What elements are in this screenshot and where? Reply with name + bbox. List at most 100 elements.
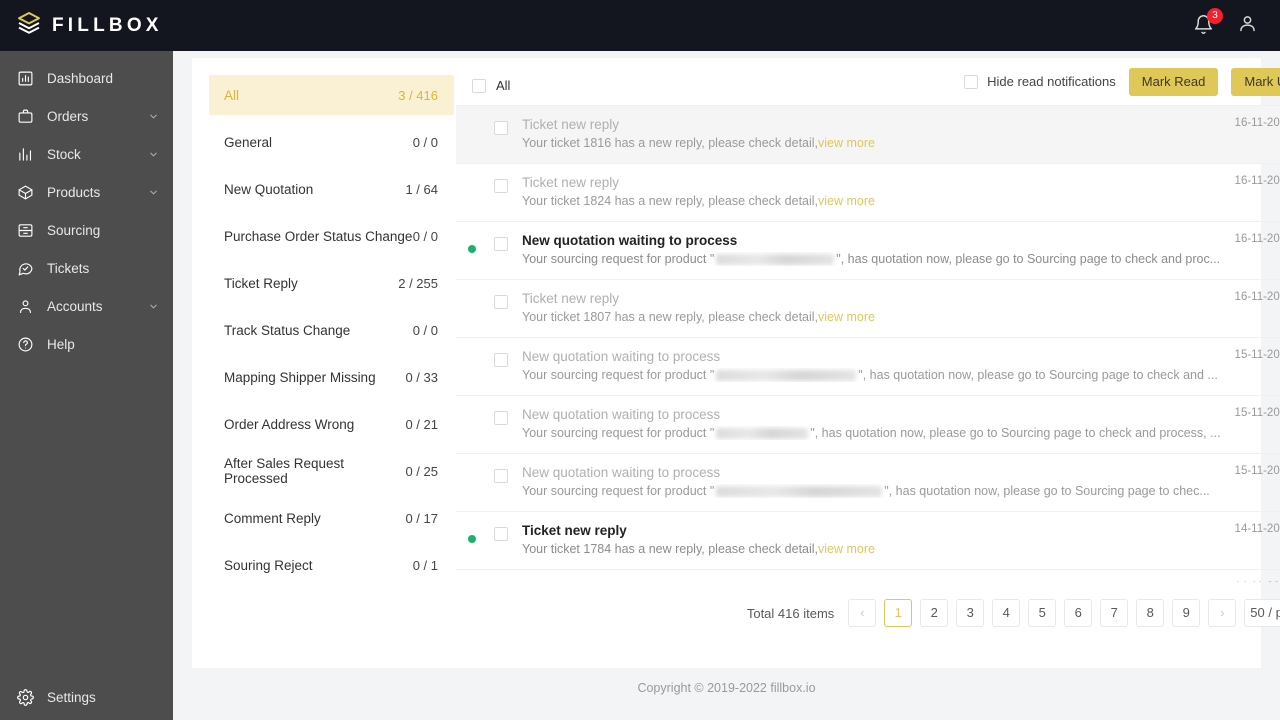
sidebar-item-label: Stock: [47, 146, 81, 162]
notifications-bell-button[interactable]: 3: [1193, 7, 1223, 38]
notification-description: Your sourcing request for product " ", ha…: [522, 252, 1221, 266]
pagination: Total 416 items ‹123456789› 50 / page: [456, 582, 1280, 644]
pagination-page-3[interactable]: 3: [956, 599, 985, 627]
chevron-down-icon[interactable]: [148, 149, 159, 160]
category-label: Comment Reply: [224, 510, 321, 526]
notification-row[interactable]: Ticket new reply Your ticket 1784 has a n…: [456, 512, 1280, 570]
notification-row[interactable]: New quotation waiting to process Your sou…: [456, 396, 1280, 454]
view-more-link[interactable]: view more: [818, 310, 875, 324]
notification-title: New quotation waiting to process: [522, 349, 721, 364]
view-more-link[interactable]: view more: [818, 542, 875, 556]
pagination-page-9[interactable]: 9: [1172, 599, 1201, 627]
notification-row[interactable]: New quotation waiting to process Your sou…: [456, 454, 1280, 512]
notification-timestamp: 16-11-2022 16:26: [1234, 233, 1280, 245]
sidebar-item-products[interactable]: Products: [0, 173, 173, 211]
gear-icon: [16, 688, 34, 706]
chevron-down-icon[interactable]: [148, 111, 159, 122]
notification-body: Ticket new reply Your ticket 1784 has a n…: [522, 523, 1221, 556]
page-size-select[interactable]: 50 / page: [1244, 599, 1280, 627]
notification-description: Your sourcing request for product " ", ha…: [522, 484, 1221, 498]
notification-body: New quotation waiting to process Your sou…: [522, 233, 1221, 266]
notification-meta: 15-11-2022 16:16: [1221, 407, 1280, 442]
notification-timestamp: 16-11-2022 19:25: [1234, 117, 1280, 129]
pagination-page-1[interactable]: 1: [884, 599, 913, 627]
notification-meta: 15-11-2022 16:16: [1221, 349, 1280, 384]
notification-row[interactable]: New quotation waiting to process Your sou…: [456, 222, 1280, 280]
category-item-ticket-reply[interactable]: Ticket Reply 2 / 255: [209, 263, 454, 303]
notification-row[interactable]: Ticket new reply Your ticket 1816 has a n…: [456, 106, 1280, 164]
pagination-next-button[interactable]: ›: [1208, 599, 1237, 627]
category-item-new-quotation[interactable]: New Quotation 1 / 64: [209, 169, 454, 209]
category-item-souring-reject[interactable]: Souring Reject 0 / 1: [209, 545, 454, 585]
category-item-after-sales-request-processed[interactable]: After Sales Request Processed 0 / 25: [209, 451, 454, 491]
view-more-link[interactable]: view more: [818, 136, 875, 150]
description-prefix: Your sourcing request for product ": [522, 484, 715, 498]
user-avatar-icon[interactable]: [1237, 13, 1258, 39]
mark-read-button[interactable]: Mark Read: [1128, 67, 1219, 96]
brand-logo[interactable]: FILLBOX: [0, 10, 163, 41]
pagination-page-4[interactable]: 4: [992, 599, 1021, 627]
sidebar-item-orders[interactable]: Orders: [0, 97, 173, 135]
sidebar-item-settings[interactable]: Settings: [0, 678, 173, 716]
footer-copyright: Copyright © 2019-2022 fillbox.io: [637, 681, 816, 695]
notification-row[interactable]: Ticket new reply Your ticket 1807 has a n…: [456, 280, 1280, 338]
category-item-comment-reply[interactable]: Comment Reply 0 / 17: [209, 498, 454, 538]
pagination-page-2[interactable]: 2: [920, 599, 949, 627]
category-item-track-status-change[interactable]: Track Status Change 0 / 0: [209, 310, 454, 350]
pagination-prev-button[interactable]: ‹: [848, 599, 877, 627]
notification-list[interactable]: Ticket new reply Your ticket 1816 has a n…: [456, 105, 1280, 582]
category-count: 0 / 17: [405, 510, 438, 526]
hide-read-label: Hide read notifications: [987, 74, 1116, 89]
sidebar-item-label: Dashboard: [47, 70, 114, 86]
pagination-page-6[interactable]: 6: [1064, 599, 1093, 627]
select-all-checkbox[interactable]: All: [472, 78, 510, 93]
category-item-general[interactable]: General 0 / 0: [209, 122, 454, 162]
mark-unread-button[interactable]: Mark Unread: [1231, 67, 1280, 96]
sidebar-item-dashboard[interactable]: Dashboard: [0, 59, 173, 97]
notification-checkbox[interactable]: [494, 527, 508, 541]
category-count: 0 / 0: [412, 228, 438, 244]
chevron-down-icon[interactable]: [148, 301, 159, 312]
notification-meta: 16-11-2022 18:27: [1221, 175, 1280, 210]
pagination-page-8[interactable]: 8: [1136, 599, 1165, 627]
sidebar-item-help[interactable]: Help: [0, 325, 173, 363]
notification-description: Your ticket 1807 has a new reply, please…: [522, 310, 1221, 324]
header-actions: 3: [1193, 7, 1280, 39]
bar-chart-icon: [16, 145, 34, 163]
category-item-mapping-shipper-missing[interactable]: Mapping Shipper Missing 0 / 33: [209, 357, 454, 397]
category-item-all[interactable]: All 3 / 416: [209, 75, 454, 115]
notification-checkbox[interactable]: [494, 237, 508, 251]
hide-read-notifications-checkbox[interactable]: Hide read notifications: [964, 74, 1116, 89]
description-prefix: Your ticket 1816 has a new reply, please…: [522, 136, 819, 150]
sidebar-item-stock[interactable]: Stock: [0, 135, 173, 173]
category-item-purchase-order-status-change[interactable]: Purchase Order Status Change 0 / 0: [209, 216, 454, 256]
notification-checkbox[interactable]: [494, 121, 508, 135]
category-label: Purchase Order Status Change: [224, 228, 413, 244]
notification-row[interactable]: Ticket new reply Your ticket 1824 has a n…: [456, 164, 1280, 222]
sidebar-item-label: Accounts: [47, 298, 103, 314]
notification-checkbox[interactable]: [494, 179, 508, 193]
notification-title: New quotation waiting to process: [522, 233, 738, 248]
sidebar-item-sourcing[interactable]: Sourcing: [0, 211, 173, 249]
view-more-link[interactable]: view more: [818, 194, 875, 208]
fillbox-layers-logo-icon: [16, 10, 42, 41]
pagination-page-5[interactable]: 5: [1028, 599, 1057, 627]
notification-row[interactable]: After-sales request processed 14-11-2022 …: [456, 570, 1280, 582]
chevron-down-icon[interactable]: [148, 187, 159, 198]
sidebar-item-tickets[interactable]: Tickets: [0, 249, 173, 287]
notification-title: Ticket new reply: [522, 175, 620, 190]
notification-body: After-sales request processed: [522, 581, 1221, 582]
notification-timestamp: 16-11-2022 18:27: [1234, 175, 1280, 187]
notification-checkbox[interactable]: [494, 411, 508, 425]
sidebar: Dashboard Orders Stock Products Sourcing Tick…: [0, 51, 173, 720]
box-cube-icon: [16, 183, 34, 201]
notification-row[interactable]: New quotation waiting to process Your sou…: [456, 338, 1280, 396]
notification-title: Ticket new reply: [522, 523, 627, 538]
pagination-total: Total 416 items: [746, 605, 835, 621]
notification-checkbox[interactable]: [494, 295, 508, 309]
notification-checkbox[interactable]: [494, 353, 508, 367]
notification-checkbox[interactable]: [494, 469, 508, 483]
sidebar-item-accounts[interactable]: Accounts: [0, 287, 173, 325]
pagination-page-7[interactable]: 7: [1100, 599, 1129, 627]
category-item-order-address-wrong[interactable]: Order Address Wrong 0 / 21: [209, 404, 454, 444]
